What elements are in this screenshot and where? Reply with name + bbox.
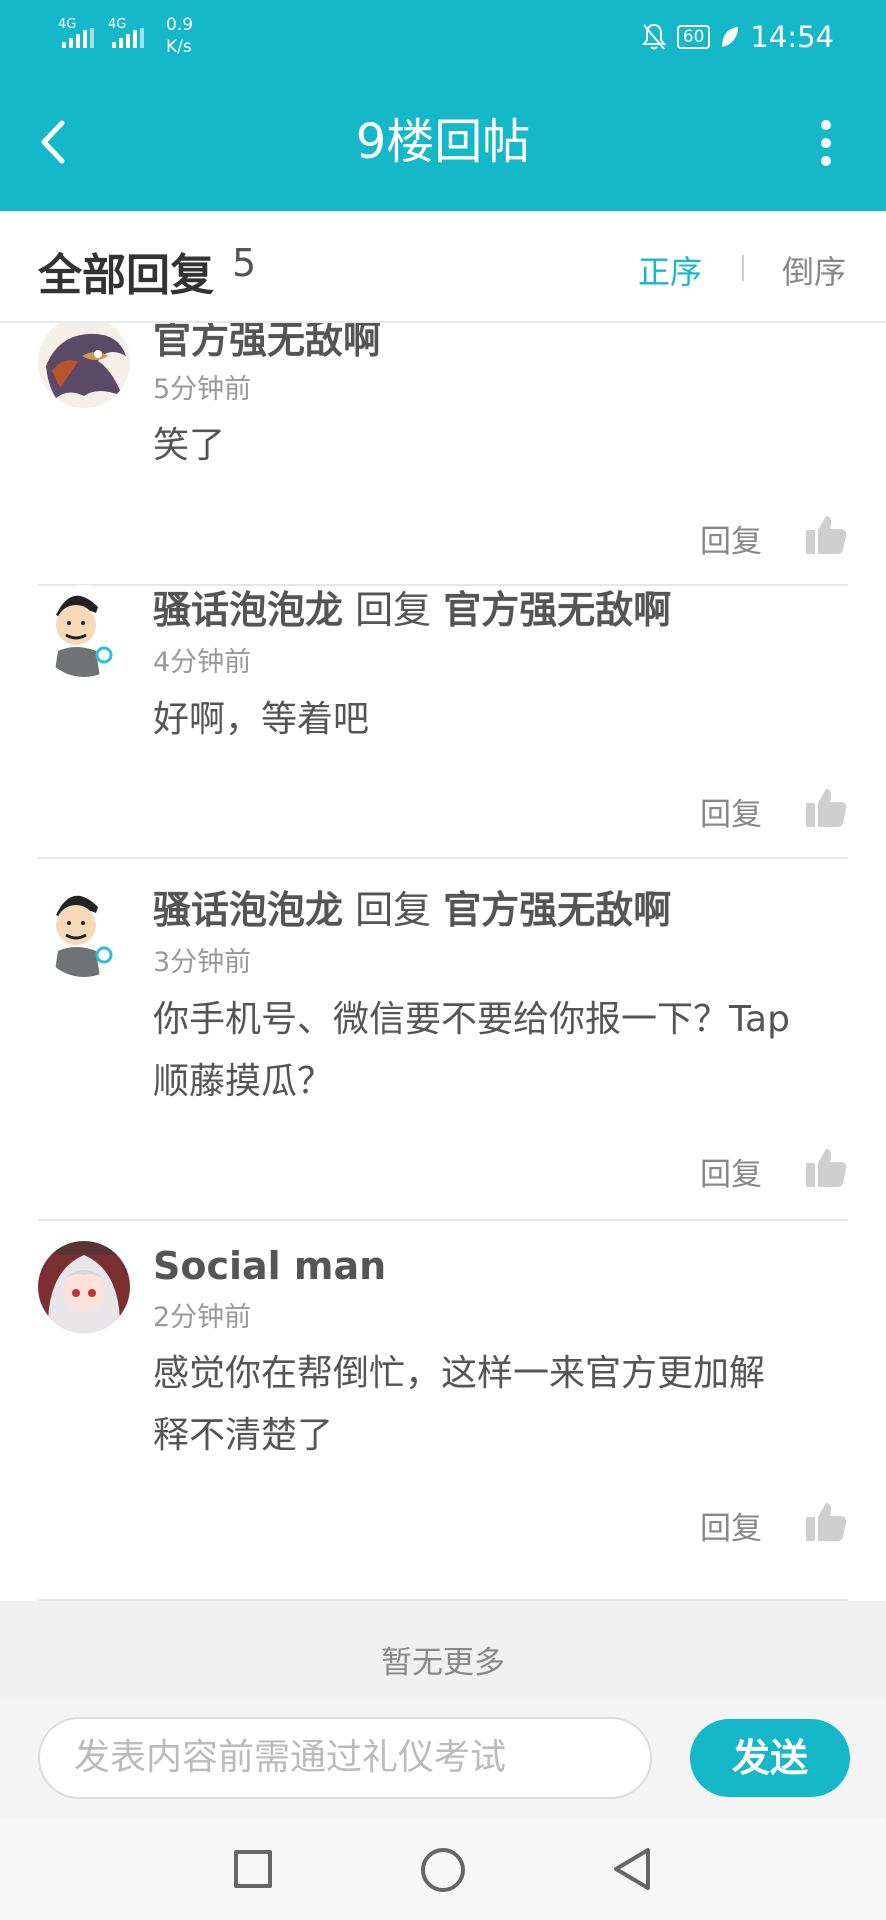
more-dot (821, 156, 831, 166)
net-speed: 0.9 K/s (166, 14, 193, 58)
recent-apps-icon[interactable] (234, 1850, 272, 1888)
scholar-avatar-icon (38, 885, 130, 977)
avatar[interactable] (38, 585, 130, 677)
reply-time: 3分钟前 (153, 947, 252, 978)
sort-divider (742, 255, 744, 281)
reply-button[interactable]: 回复 (700, 516, 762, 561)
reply-content-line: 你手机号、微信要不要给你报一下？Tap (153, 999, 790, 1040)
more-vertical-icon (821, 120, 831, 130)
reply-content-line: 感觉你在帮倒忙，这样一来官方更加解 (153, 1353, 766, 1394)
reply-target[interactable]: 官方强无敌啊 (443, 888, 671, 932)
signal-bars-2-icon (112, 28, 144, 48)
net-speed-value: 0.9 (166, 15, 194, 35)
reply-author[interactable]: Social man (153, 1244, 386, 1288)
scholar-avatar-icon (38, 585, 130, 677)
leaf-icon (722, 27, 739, 47)
thumbs-up-icon[interactable] (804, 1499, 848, 1543)
reply-content-line: 顺藤摸瓜？ (153, 1061, 334, 1102)
reply-content: 感觉你在帮倒忙，这样一来官方更加解 释不清楚了 (153, 1343, 853, 1467)
battery-level: 60 (682, 27, 705, 47)
reply-section-title: 全部回复 (38, 250, 214, 301)
reply-to-word: 回复 (355, 888, 432, 932)
reply-author-line: 骚话泡泡龙 回复 官方强无敌啊 (153, 885, 671, 935)
sort-ascending-button[interactable]: 正序 (638, 247, 702, 293)
reply-button[interactable]: 回复 (700, 1149, 762, 1194)
system-nav-bar (0, 1819, 886, 1920)
thumbs-up-icon[interactable] (804, 1145, 848, 1189)
reply-to-word: 回复 (355, 588, 432, 632)
net-speed-unit: K/s (166, 37, 192, 57)
reply-author[interactable]: 骚话泡泡龙 (153, 888, 343, 932)
reply-author-line: Social man (153, 1241, 386, 1291)
send-button[interactable]: 发送 (690, 1719, 850, 1797)
reply-time: 5分钟前 (153, 374, 252, 405)
reply-input[interactable]: 发表内容前需通过礼仪考试 (38, 1717, 652, 1799)
app-header: 4G 4G 0.9 K/s 60 14:54 9楼回帖 (0, 0, 886, 211)
no-more-label: 暂无更多 (0, 1601, 886, 1697)
reply-list[interactable]: 官方强无敌啊 5分钟前 笑了 回复 骚话泡泡龙 回复 官方强无敌啊 4分钟前 好… (0, 323, 886, 1601)
thumbs-up-icon[interactable] (804, 512, 848, 556)
thumbs-up-icon[interactable] (804, 785, 848, 829)
reply-author-line: 官方强无敌啊 (153, 323, 381, 365)
reply-content: 你手机号、微信要不要给你报一下？Tap 顺藤摸瓜？ (153, 989, 853, 1113)
reply-content: 好啊，等着吧 (153, 699, 370, 740)
reply-time: 4分钟前 (153, 647, 252, 678)
home-icon[interactable] (421, 1848, 465, 1892)
more-button[interactable] (806, 118, 846, 168)
signal-bars-1-icon (62, 28, 94, 48)
anime-girl-avatar-icon (38, 1241, 130, 1333)
status-bar: 4G 4G 0.9 K/s 60 14:54 (0, 0, 886, 74)
reply-author[interactable]: 官方强无敌啊 (153, 323, 381, 362)
sort-bar: 全部回复 5 正序 倒序 (0, 211, 886, 323)
clock: 14:54 (750, 20, 834, 54)
dragon-avatar-icon (38, 323, 130, 408)
reply-divider (38, 857, 848, 859)
avatar[interactable] (38, 323, 130, 408)
reply-content-line: 释不清楚了 (153, 1415, 334, 1456)
nav-back-icon[interactable] (610, 1846, 654, 1892)
reply-content: 笑了 (153, 425, 226, 466)
reply-button[interactable]: 回复 (700, 1503, 762, 1548)
page-title: 9楼回帖 (355, 114, 531, 170)
avatar[interactable] (38, 885, 130, 977)
reply-target[interactable]: 官方强无敌啊 (443, 588, 671, 632)
reply-count: 5 (232, 241, 257, 285)
reply-author-line: 骚话泡泡龙 回复 官方强无敌啊 (153, 585, 671, 635)
reply-button[interactable]: 回复 (700, 789, 762, 834)
composer-bar: 发表内容前需通过礼仪考试 发送 (0, 1697, 886, 1819)
reply-author[interactable]: 骚话泡泡龙 (153, 588, 343, 632)
reply-time: 2分钟前 (153, 1302, 252, 1333)
mute-bell-icon (641, 23, 666, 50)
more-dot (821, 138, 831, 148)
reply-divider (38, 1219, 848, 1221)
avatar[interactable] (38, 1241, 130, 1333)
status-right: 60 14:54 (641, 20, 834, 54)
battery-icon: 60 (676, 25, 711, 49)
sort-descending-button[interactable]: 倒序 (782, 247, 846, 293)
